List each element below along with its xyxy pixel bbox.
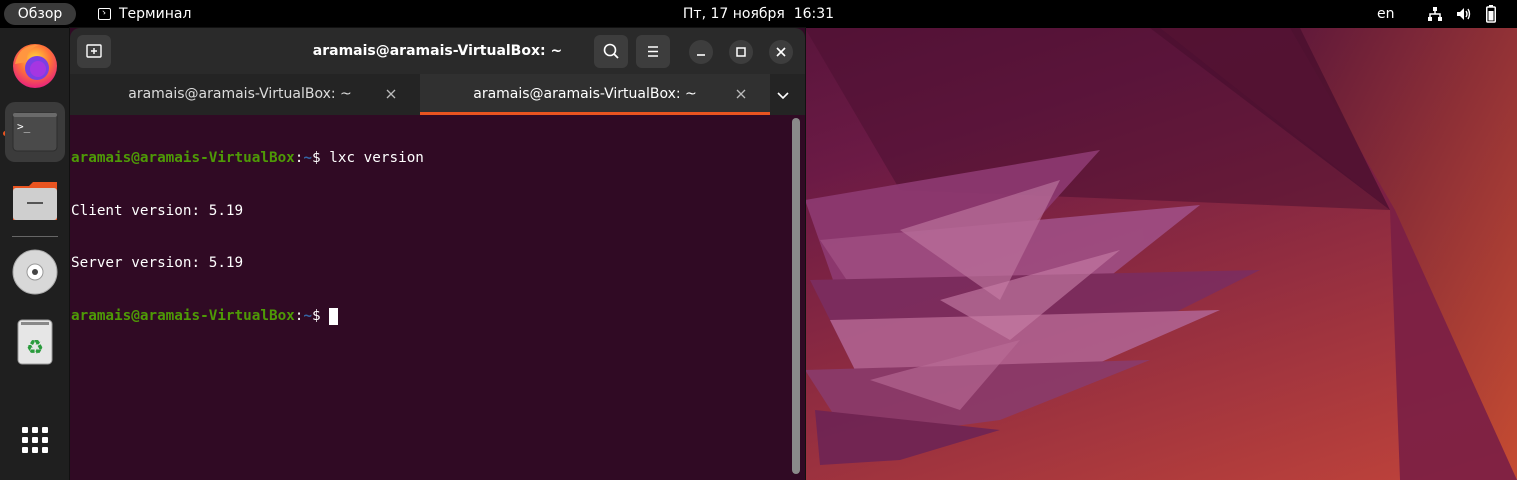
clock[interactable]: Пт, 17 ноября 16:31: [683, 6, 834, 22]
scrollbar[interactable]: [792, 118, 800, 474]
prompt-path: ~: [303, 307, 313, 324]
files-icon: [13, 182, 57, 220]
tab-label: aramais@aramais-VirtualBox: ~: [128, 86, 352, 102]
search-icon: [603, 43, 619, 59]
tab-bar: aramais@aramais-VirtualBox: ~ aramais@ar…: [70, 74, 805, 115]
overview-button[interactable]: Обзор: [4, 3, 76, 25]
terminal-output[interactable]: aramais@aramais-VirtualBox:~$ lxc versio…: [70, 115, 795, 480]
dock-item-dvd[interactable]: [5, 242, 65, 302]
terminal-titlebar[interactable]: aramais@aramais-VirtualBox: ~: [70, 28, 805, 74]
tab-close-icon[interactable]: [734, 87, 748, 101]
maximize-icon: [736, 47, 746, 57]
new-tab-button[interactable]: [77, 35, 111, 68]
terminal-window: aramais@aramais-VirtualBox: ~ aramais@ar…: [70, 28, 805, 480]
hamburger-menu-icon: [648, 46, 658, 57]
dock-separator: [12, 236, 58, 237]
terminal-line: aramais@aramais-VirtualBox:~$: [71, 307, 795, 326]
top-bar: Обзор Терминал Пт, 17 ноября 16:31 en: [0, 0, 1517, 28]
terminal-app-icon: [98, 8, 111, 20]
dock-item-trash[interactable]: ♻: [5, 312, 65, 372]
svg-text:♻: ♻: [26, 335, 44, 359]
dock-item-files[interactable]: [5, 170, 65, 230]
text-cursor: [329, 307, 339, 325]
system-tray[interactable]: [1428, 5, 1496, 23]
dock: >_ ♻: [0, 28, 70, 480]
battery-icon: [1486, 5, 1496, 23]
maximize-button[interactable]: [729, 40, 753, 64]
show-apps-icon: [22, 427, 48, 453]
firefox-icon: [13, 44, 57, 88]
terminal-line: Server version: 5.19: [71, 255, 244, 271]
tab-label: aramais@aramais-VirtualBox: ~: [473, 86, 697, 102]
volume-icon: [1457, 8, 1471, 20]
prompt-user: aramais@aramais-VirtualBox: [71, 150, 295, 166]
tab-2-active[interactable]: aramais@aramais-VirtualBox: ~: [420, 74, 770, 115]
terminal-icon: >_: [12, 112, 58, 152]
search-button[interactable]: [594, 35, 628, 68]
app-menu-label: Терминал: [119, 6, 192, 22]
terminal-line: aramais@aramais-VirtualBox:~$ lxc versio…: [71, 150, 795, 168]
chevron-down-icon[interactable]: [769, 82, 797, 108]
network-icon: [1428, 7, 1442, 21]
close-button[interactable]: [769, 40, 793, 64]
tab-1[interactable]: aramais@aramais-VirtualBox: ~: [70, 74, 420, 115]
prompt-user: aramais@aramais-VirtualBox: [71, 307, 295, 324]
dock-item-terminal[interactable]: >_: [5, 102, 65, 162]
clock-container: Пт, 17 ноября 16:31: [0, 0, 1517, 28]
prompt-path: ~: [303, 150, 313, 166]
prompt-symbol: $: [312, 307, 330, 324]
command-text: lxc version: [329, 150, 424, 166]
svg-text:>_: >_: [17, 120, 31, 133]
dock-item-firefox[interactable]: [5, 36, 65, 96]
dvd-drive-icon: [12, 249, 58, 295]
keyboard-layout-indicator[interactable]: en: [1377, 0, 1395, 28]
new-tab-icon: [86, 44, 102, 58]
tab-close-icon[interactable]: [384, 87, 398, 101]
dock-item-show-apps[interactable]: [5, 410, 65, 470]
minimize-button[interactable]: [689, 40, 713, 64]
app-menu[interactable]: Терминал: [98, 0, 191, 28]
trash-icon: ♻: [17, 319, 53, 365]
prompt-symbol: $: [312, 150, 330, 166]
terminal-line: Client version: 5.19: [71, 202, 244, 219]
close-icon: [776, 47, 786, 57]
minimize-icon: [697, 54, 705, 56]
menu-button[interactable]: [636, 35, 670, 68]
